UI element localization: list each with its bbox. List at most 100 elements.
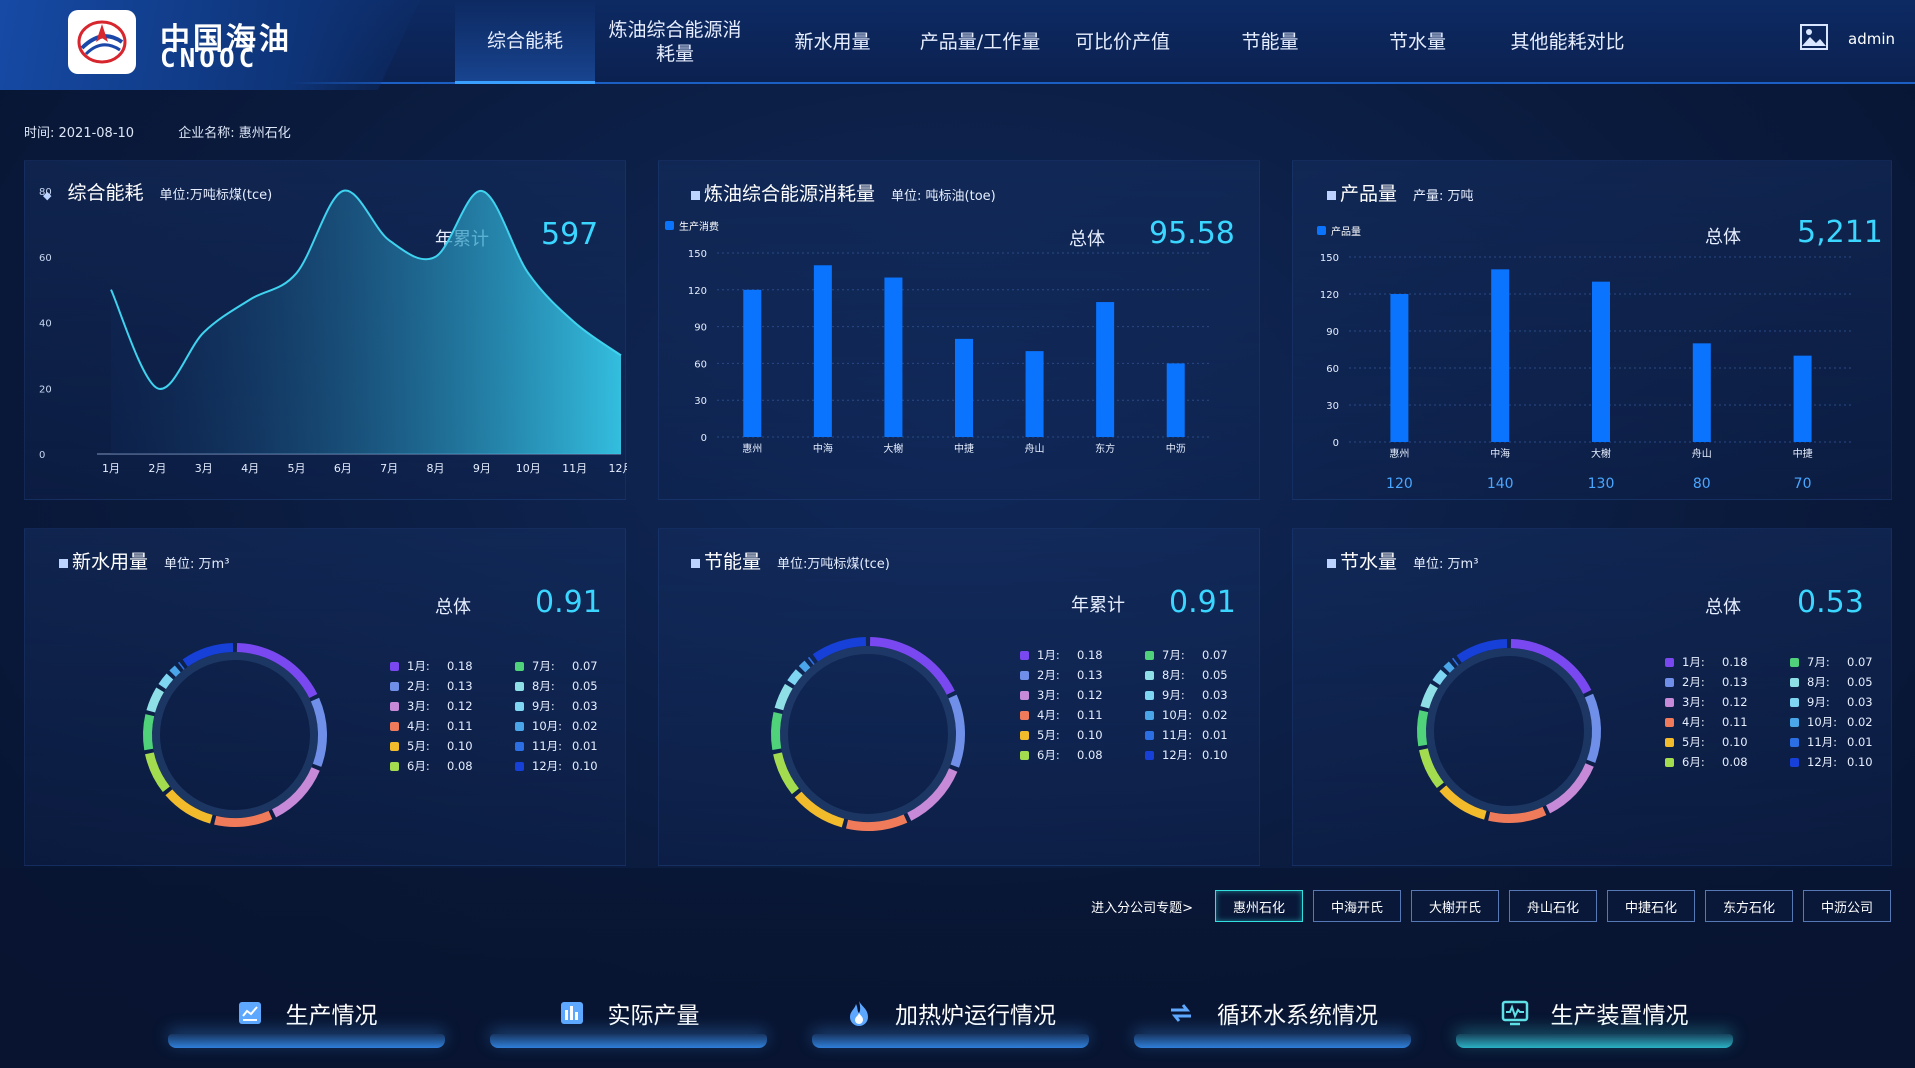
branch-button-zhonghai[interactable]: 中海开氏 [1313, 890, 1401, 922]
legend-value: 0.07 [1847, 655, 1873, 669]
legend-label: 11月: [532, 739, 563, 753]
legend-item: 11月: 0.01 [515, 739, 625, 753]
legend-value: 0.10 [1077, 728, 1103, 742]
legend-label: 9月: [1162, 688, 1185, 702]
bottom-nav-furnace[interactable]: 加热炉运行情况 [812, 978, 1089, 1048]
legend-label: 11月: [1162, 728, 1193, 742]
bottom-nav-production-label: 生产情况 [285, 1003, 378, 1029]
x-tick-label: 5月 [287, 462, 305, 475]
y-tick-label: 150 [688, 249, 707, 260]
legend-swatch [390, 701, 399, 711]
nav-item-other[interactable]: 其他能耗对比 [1490, 0, 1645, 84]
bottom-nav-equipment-label: 生产装置情况 [1550, 1003, 1689, 1029]
energy-area-chart: 0 20 40 60 80 1月 2月 3月 4月 5月 6月 7月 8月 9月 10月 11月 12月 [39, 187, 627, 475]
legend-label: 12月: [532, 759, 563, 773]
branch-button-zhongli[interactable]: 中沥公司 [1803, 890, 1891, 922]
legend-swatch [1020, 730, 1029, 740]
legend-label: 1月: [407, 659, 430, 673]
y-tick-label: 0 [39, 450, 45, 461]
x-tick-label: 3月 [195, 462, 213, 475]
bottom-nav-equipment[interactable]: 生产装置情况 [1456, 978, 1733, 1048]
legend-value: 0.18 [447, 659, 473, 673]
legend-item: 12月: 0.10 [1145, 748, 1255, 762]
username[interactable]: admin [1848, 30, 1895, 48]
bar [1491, 269, 1510, 442]
panel-water-unit: 单位: 万m³ [164, 557, 230, 572]
panel-energy: ◆ 综合能耗 单位:万吨标煤(tce) 年累计 597 0204060801月2… [24, 160, 627, 500]
legend-label: 9月: [1807, 695, 1830, 709]
legend-item: 12月: 0.10 [1790, 755, 1900, 769]
bar [1390, 294, 1409, 442]
water-saving-legend: 1月: 0.18 7月: 0.07 2月: 0.13 8月: 0.05 3月: 0.12 9月: 0.… [1665, 655, 1900, 769]
nav-item-product[interactable]: 产品量/工作量 [910, 0, 1050, 84]
legend-swatch [1145, 690, 1154, 700]
legend-item: 2月: 0.13 [390, 679, 515, 693]
legend-label: 6月: [407, 759, 430, 773]
bar [1793, 355, 1812, 442]
legend-item: 2月: 0.13 [1020, 668, 1145, 682]
branch-button-huizhou[interactable]: 惠州石化 [1215, 890, 1303, 922]
legend-item: 10月: 0.02 [1790, 715, 1900, 729]
branch-button-zhongjie[interactable]: 中捷石化 [1607, 890, 1695, 922]
y-tick-label: 120 [1320, 290, 1339, 301]
legend-label: 8月: [532, 679, 555, 693]
nav-item-value[interactable]: 可比价产值 [1050, 0, 1195, 84]
legend-item: 3月: 0.12 [1665, 695, 1790, 709]
nav-item-energy[interactable]: 综合能耗 [455, 0, 595, 84]
donut-slice [177, 661, 185, 670]
branch-button-dongfang[interactable]: 东方石化 [1705, 890, 1793, 922]
donut-slice [1451, 657, 1459, 666]
panel-water-header: 新水用量 单位: 万m³ [59, 547, 229, 574]
legend-swatch [1020, 690, 1029, 700]
legend-item: 2月: 0.13 [1665, 675, 1790, 689]
nav-item-water[interactable]: 新水用量 [755, 0, 910, 84]
meta-company: 企业名称: 惠州石化 [178, 126, 291, 141]
nav-item-refining[interactable]: 炼油综合能源消耗量 [595, 0, 755, 84]
legend-label: 4月: [1682, 715, 1705, 729]
data-label: 130 [1588, 476, 1615, 492]
legend-swatch [1020, 710, 1029, 720]
y-tick-label: 150 [1320, 253, 1339, 264]
legend-label: 4月: [1037, 708, 1060, 722]
main-nav: 综合能耗 炼油综合能源消耗量 新水用量 产品量/工作量 可比价产值 节能量 节水… [455, 0, 1645, 84]
legend-item: 12月: 0.10 [515, 759, 625, 773]
legend-value: 0.03 [1202, 688, 1228, 702]
legend-label: 3月: [1037, 688, 1060, 702]
x-tick-label: 8月 [427, 462, 445, 475]
legend-label: 11月: [1807, 735, 1838, 749]
branch-button-zhoushan[interactable]: 舟山石化 [1509, 890, 1597, 922]
water-saving-total-value: 0.53 [1797, 585, 1864, 620]
meta-time: 时间: 2021-08-10 [24, 126, 135, 141]
bottom-nav-output[interactable]: 实际产量 [490, 978, 767, 1048]
legend-swatch [1020, 670, 1029, 680]
legend-swatch [1790, 757, 1799, 767]
y-tick-label: 30 [694, 396, 707, 407]
nav-item-energy-saving[interactable]: 节能量 [1195, 0, 1345, 84]
avatar-icon[interactable] [1800, 24, 1828, 54]
bottom-nav-production[interactable]: 生产情况 [168, 978, 445, 1048]
panel-saving-header: 节能量 单位:万吨标煤(tce) [691, 547, 890, 574]
legend-value: 0.11 [1077, 708, 1103, 722]
legend-value: 0.08 [1722, 755, 1748, 769]
bottom-nav: 生产情况 实际产量 加热炉运行情况 循环水系统情况 生产装置情况 [168, 978, 1733, 1048]
bar [1592, 281, 1610, 442]
y-tick-label: 20 [39, 384, 52, 395]
legend-label: 1月: [1682, 655, 1705, 669]
legend-item: 1月: 0.18 [1665, 655, 1790, 669]
legend-swatch [1790, 697, 1799, 707]
branch-button-daxie[interactable]: 大榭开氏 [1411, 890, 1499, 922]
legend-swatch [515, 681, 524, 691]
y-tick-label: 60 [1326, 364, 1339, 375]
legend-swatch [390, 681, 399, 691]
water-legend: 1月: 0.18 7月: 0.07 2月: 0.13 8月: 0.05 3月: 0.12 9月: 0.… [390, 659, 625, 773]
bottom-nav-water-cycle-label: 循环水系统情况 [1217, 1003, 1378, 1029]
bottom-nav-water-cycle[interactable]: 循环水系统情况 [1134, 978, 1411, 1048]
legend-label: 8月: [1807, 675, 1830, 689]
nav-item-water-saving[interactable]: 节水量 [1345, 0, 1490, 84]
legend-item: 1月: 0.18 [390, 659, 515, 673]
legend-swatch [1790, 677, 1799, 687]
x-tick-label: 大榭 [883, 442, 903, 455]
legend-item: 10月: 0.02 [515, 719, 625, 733]
legend-label: 7月: [532, 659, 555, 673]
y-tick-label: 90 [694, 323, 707, 334]
